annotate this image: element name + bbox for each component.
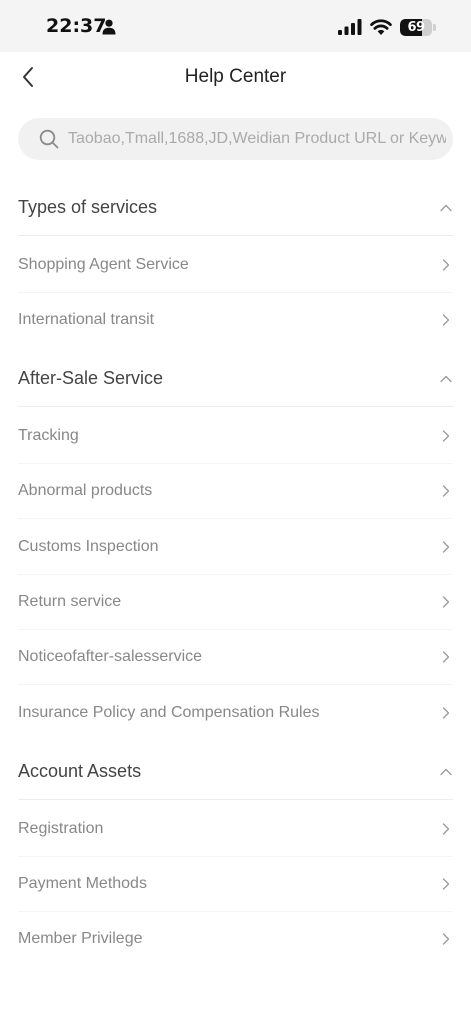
item-label: Tracking xyxy=(18,427,79,444)
battery-level: 69 xyxy=(407,20,425,35)
cellular-signal-icon xyxy=(338,19,362,35)
section-title: After-Sale Service xyxy=(18,368,164,388)
chevron-right-icon xyxy=(442,878,450,890)
list-item-payment-methods[interactable]: Payment Methods xyxy=(18,857,453,912)
list-item-international-transit[interactable]: International transit xyxy=(18,293,453,348)
item-label: Registration xyxy=(18,820,104,837)
item-label: Member Privilege xyxy=(18,930,143,947)
list-item-insurance-policy[interactable]: Insurance Policy and Compensation Rules xyxy=(18,686,453,741)
section-header-account-assets[interactable]: Account Assets xyxy=(18,744,453,800)
item-label: Insurance Policy and Compensation Rules xyxy=(18,704,320,721)
wifi-icon xyxy=(370,19,392,35)
chevron-right-icon xyxy=(442,651,450,663)
search-box[interactable] xyxy=(18,118,453,160)
chevron-right-icon xyxy=(442,485,450,497)
chevron-up-icon xyxy=(440,204,452,212)
list-item-notice-of-after-sales-service[interactable]: Noticeofafter-salesservice xyxy=(18,630,453,685)
chevron-right-icon xyxy=(442,933,450,945)
list-item-abnormal-products[interactable]: Abnormal products xyxy=(18,464,453,519)
section-header-after-sale-service[interactable]: After-Sale Service xyxy=(18,351,453,407)
battery-indicator: 69 xyxy=(400,19,432,36)
chevron-right-icon xyxy=(442,596,450,608)
chevron-right-icon xyxy=(442,259,450,271)
list-item-registration[interactable]: Registration xyxy=(18,802,453,857)
item-label: Payment Methods xyxy=(18,875,147,892)
item-label: Return service xyxy=(18,593,122,610)
chevron-right-icon xyxy=(442,314,450,326)
item-label: International transit xyxy=(18,311,155,328)
list-item-shopping-agent-service[interactable]: Shopping Agent Service xyxy=(18,238,453,293)
item-label: Customs Inspection xyxy=(18,538,159,555)
item-label: Abnormal products xyxy=(18,482,153,499)
chevron-right-icon xyxy=(442,823,450,835)
chevron-up-icon xyxy=(440,375,452,383)
page-title: Help Center xyxy=(184,66,287,87)
list-item-member-privilege[interactable]: Member Privilege xyxy=(18,912,453,967)
list-item-return-service[interactable]: Return service xyxy=(18,575,453,630)
item-label: Noticeofafter-salesservice xyxy=(18,648,203,665)
chevron-right-icon xyxy=(442,707,450,719)
search-icon xyxy=(39,129,59,149)
status-bar: 22:37 69 xyxy=(0,0,471,52)
person-icon xyxy=(102,19,116,35)
status-time: 22:37 xyxy=(46,15,107,37)
chevron-right-icon xyxy=(442,430,450,442)
list-item-customs-inspection[interactable]: Customs Inspection xyxy=(18,520,453,575)
chevron-up-icon xyxy=(440,768,452,776)
search-input[interactable] xyxy=(68,118,446,160)
section-header-types-of-services[interactable]: Types of services xyxy=(18,180,453,236)
battery-nub xyxy=(433,24,436,31)
section-title: Account Assets xyxy=(18,761,142,781)
nav-bar: Help Center xyxy=(0,52,471,102)
list-item-tracking[interactable]: Tracking xyxy=(18,409,453,464)
chevron-right-icon xyxy=(442,541,450,553)
section-title: Types of services xyxy=(18,197,158,217)
item-label: Shopping Agent Service xyxy=(18,256,189,273)
